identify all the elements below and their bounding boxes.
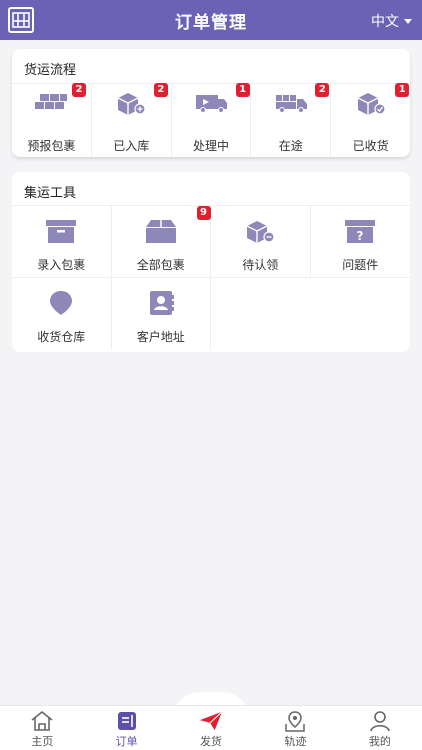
tool-badge: 9 bbox=[196, 206, 211, 220]
tab-profile[interactable]: 我的 bbox=[338, 706, 422, 750]
home-icon bbox=[30, 710, 54, 732]
tool-item-label: 客户地址 bbox=[136, 330, 185, 344]
truck-processing-icon bbox=[191, 91, 231, 115]
box-check-icon bbox=[351, 91, 391, 115]
orders-icon bbox=[115, 710, 139, 732]
tool-item-problem-items[interactable]: ? 问题件 bbox=[310, 206, 410, 278]
box-add-icon bbox=[111, 91, 151, 115]
tool-item-enter-package[interactable]: 录入包裹 bbox=[12, 206, 112, 278]
language-switcher[interactable]: 中文 bbox=[371, 11, 412, 31]
language-label: 中文 bbox=[371, 14, 399, 30]
flow-item-forecast[interactable]: 2 预报包裹 bbox=[12, 83, 92, 157]
location-pin-icon bbox=[41, 288, 81, 318]
tab-label: 主页 bbox=[31, 735, 54, 748]
consolidation-tools-card: 集运工具 录入包裹 9 全部包裹 待认领 ? 问题件 收货仓库 客户地址 bbox=[12, 172, 410, 352]
tab-label: 订单 bbox=[115, 735, 138, 748]
svg-text:?: ? bbox=[357, 229, 364, 243]
tab-label: 发货 bbox=[200, 735, 223, 748]
tab-send[interactable]: 发货 bbox=[169, 706, 253, 750]
address-book-icon bbox=[141, 288, 181, 318]
truck-transit-icon bbox=[271, 91, 311, 115]
flow-item-received[interactable]: 1 已收货 bbox=[331, 83, 410, 157]
bottom-tab-bar: 主页 订单 发货 轨迹 我的 bbox=[0, 705, 422, 750]
app-logo-icon[interactable] bbox=[8, 7, 34, 33]
tab-home[interactable]: 主页 bbox=[0, 706, 84, 750]
tool-item-receiving-warehouse[interactable]: 收货仓库 bbox=[12, 278, 112, 350]
tool-item-label: 录入包裹 bbox=[37, 258, 86, 272]
chevron-down-icon bbox=[404, 18, 412, 24]
flow-badge: 1 bbox=[395, 83, 410, 97]
box-question-icon: ? bbox=[340, 216, 380, 246]
map-track-icon bbox=[283, 710, 307, 732]
tool-item-all-packages[interactable]: 9 全部包裹 bbox=[111, 206, 211, 278]
tool-item-pending-claim[interactable]: 待认领 bbox=[211, 206, 311, 278]
page-title: 订单管理 bbox=[175, 12, 247, 33]
flow-badge: 1 bbox=[235, 83, 250, 97]
flow-item-label: 已收货 bbox=[352, 139, 389, 153]
tab-label: 轨迹 bbox=[284, 735, 307, 748]
flow-item-in-transit[interactable]: 2 在途 bbox=[251, 83, 332, 157]
tools-title: 集运工具 bbox=[24, 186, 77, 201]
flow-item-warehoused[interactable]: 2 已入库 bbox=[92, 83, 172, 157]
app-header: 订单管理 中文 bbox=[0, 0, 422, 40]
tab-label: 我的 bbox=[368, 735, 391, 748]
tab-track[interactable]: 轨迹 bbox=[253, 706, 337, 750]
paper-plane-icon bbox=[199, 710, 223, 732]
archive-box-icon bbox=[41, 216, 81, 246]
package-icon bbox=[141, 216, 181, 246]
flow-item-label: 预报包裹 bbox=[27, 139, 76, 153]
flow-item-label: 处理中 bbox=[192, 139, 229, 153]
flow-badge: 2 bbox=[72, 83, 86, 97]
shipping-flow-card: 货运流程 2 预报包裹 2 已入库 1 处理中 2 在途 1 已收货 bbox=[12, 49, 410, 157]
flow-item-label: 已入库 bbox=[113, 139, 150, 153]
user-icon bbox=[368, 710, 392, 732]
boxes-forecast-icon bbox=[31, 91, 71, 115]
flow-item-processing[interactable]: 1 处理中 bbox=[172, 83, 252, 157]
tool-item-label: 问题件 bbox=[342, 258, 379, 272]
flow-item-label: 在途 bbox=[278, 139, 303, 153]
tool-item-label: 收货仓库 bbox=[37, 330, 86, 344]
tab-orders[interactable]: 订单 bbox=[84, 706, 168, 750]
tool-item-customer-address[interactable]: 客户地址 bbox=[112, 278, 211, 350]
flow-badge: 2 bbox=[315, 83, 330, 97]
shipping-flow-row: 2 预报包裹 2 已入库 1 处理中 2 在途 1 已收货 bbox=[12, 83, 410, 157]
flow-badge: 2 bbox=[153, 83, 168, 97]
tool-item-label: 全部包裹 bbox=[136, 258, 185, 272]
shipping-flow-title: 货运流程 bbox=[24, 63, 77, 78]
tool-item-label: 待认领 bbox=[242, 258, 279, 272]
box-pending-icon bbox=[240, 216, 280, 246]
